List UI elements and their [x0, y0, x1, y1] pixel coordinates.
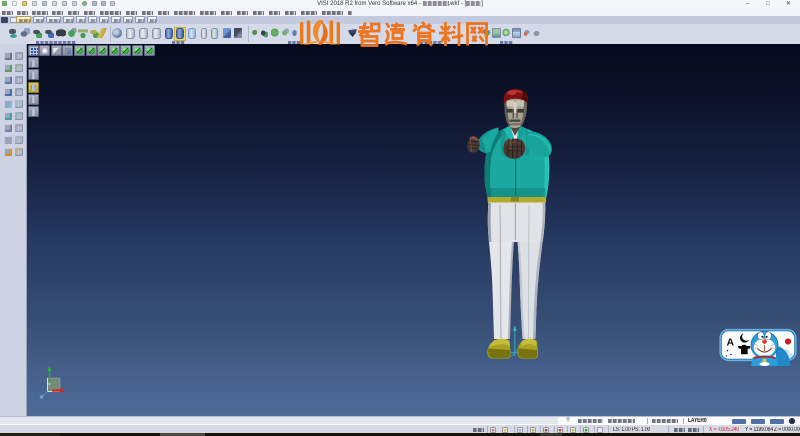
svg-text:A: A: [727, 337, 735, 349]
